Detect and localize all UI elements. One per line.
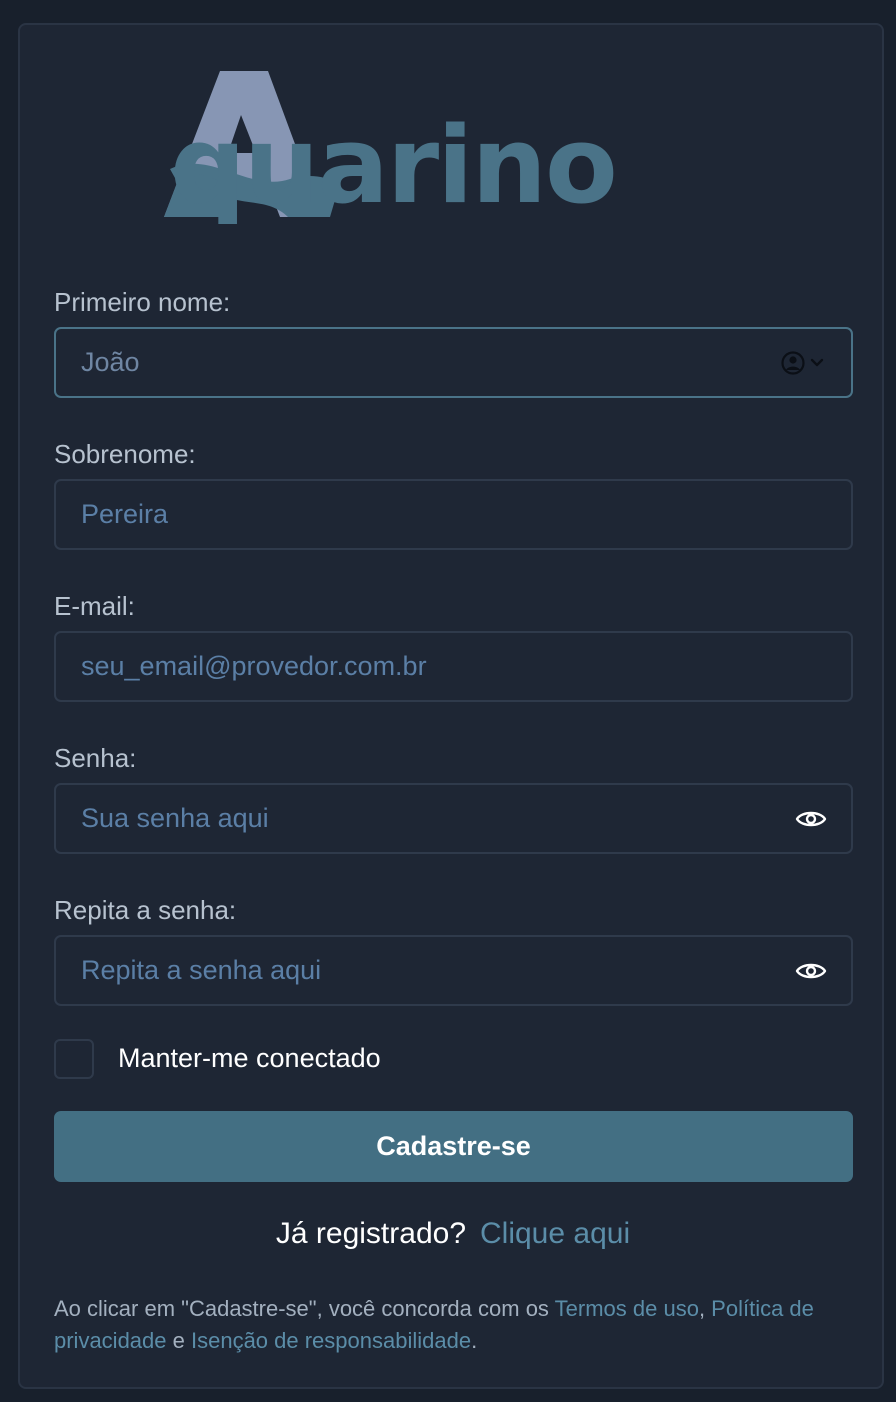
login-prompt: Já registrado? Clique aqui	[20, 1217, 886, 1251]
password-placeholder: Sua senha aqui	[81, 803, 269, 833]
last-name-label: Sobrenome:	[54, 439, 196, 469]
signup-card: quarino Primeiro nome: João Sobrenome: P…	[18, 23, 884, 1389]
login-prompt-text: Já registrado?	[275, 1217, 466, 1250]
password-repeat-label: Repita a senha:	[54, 895, 237, 925]
password-repeat-input[interactable]: Repita a senha aqui	[54, 935, 853, 1006]
email-input[interactable]: seu_email@provedor.com.br	[54, 631, 853, 702]
first-name-label: Primeiro nome:	[54, 287, 231, 317]
last-name-placeholder: Pereira	[81, 499, 169, 529]
logo-wordmark: quarino	[170, 104, 618, 227]
email-label: E-mail:	[54, 591, 135, 621]
remember-me-label[interactable]: Manter-me conectado	[118, 1043, 381, 1074]
password-input[interactable]: Sua senha aqui	[54, 783, 853, 854]
signup-button[interactable]: Cadastre-se	[54, 1111, 853, 1182]
terms-notice: Ao clicar em "Cadastre-se", você concord…	[54, 1293, 854, 1357]
email-placeholder: seu_email@provedor.com.br	[81, 651, 427, 681]
password-label: Senha:	[54, 743, 137, 773]
disclaimer-link[interactable]: Isenção de responsabilidade	[191, 1328, 471, 1353]
terms-sep-2: e	[166, 1328, 191, 1353]
last-name-input[interactable]: Pereira	[54, 479, 853, 550]
terms-sep-1: ,	[698, 1296, 712, 1321]
eye-icon[interactable]	[795, 960, 827, 982]
terms-suffix: .	[471, 1328, 478, 1353]
eye-icon[interactable]	[795, 808, 827, 830]
first-name-placeholder: João	[81, 347, 140, 377]
terms-prefix: Ao clicar em "Cadastre-se", você concord…	[54, 1296, 555, 1321]
remember-me-checkbox[interactable]	[54, 1039, 94, 1079]
first-name-input[interactable]: João	[54, 327, 853, 398]
login-link[interactable]: Clique aqui	[480, 1217, 630, 1250]
user-circle-chevron-icon[interactable]	[781, 350, 827, 376]
terms-of-use-link[interactable]: Termos de uso	[555, 1296, 699, 1321]
password-repeat-placeholder: Repita a senha aqui	[81, 955, 322, 985]
